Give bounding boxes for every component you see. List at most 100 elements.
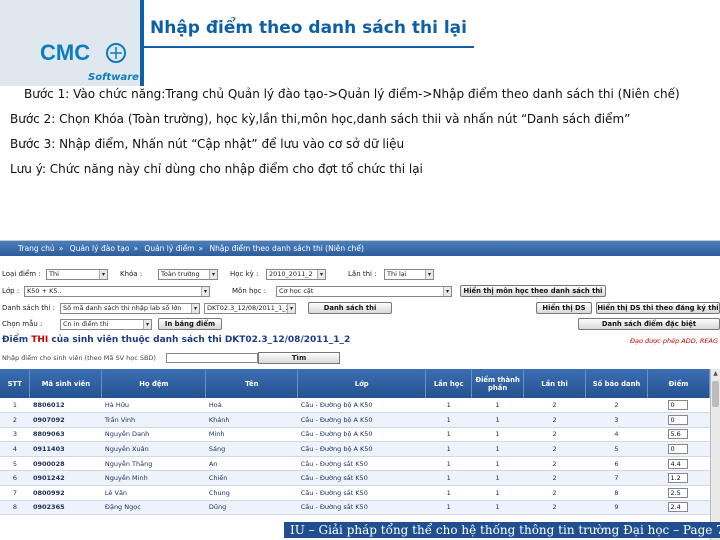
chevron-down-icon: ▾ — [443, 287, 451, 296]
table-cell: Nguyễn Minh — [101, 470, 206, 487]
score-input-cell[interactable]: 2.5 — [647, 485, 710, 501]
danh-sach-thi-code-select[interactable]: DKT02.3_12/08/2011_1_2 ▾ — [204, 303, 296, 314]
table-row[interactable]: 3 8809063 Nguyễn Danh Minh Cầu - Đường bộ A … — [0, 427, 710, 443]
breadcrumb-quan-ly-diem[interactable]: Quản lý điểm — [144, 244, 194, 253]
khoa-value: Toàn trường — [161, 270, 200, 278]
table-cell: Đặng Ngọc — [101, 500, 206, 516]
hoc-ky-value: 2010_2011_2 — [269, 270, 313, 278]
table-row[interactable]: 6 0901242 Nguyễn Minh Chiến Cầu - Đường sắt … — [0, 470, 710, 487]
loai-diem-label: Loại điểm : — [2, 270, 41, 278]
column-header[interactable]: Số báo danh — [585, 369, 648, 398]
danh-sach-thi-button[interactable]: Danh sách thi — [308, 302, 392, 314]
table-cell: 8 — [0, 500, 30, 516]
table-cell: An — [205, 456, 298, 472]
in-bang-diem-button[interactable]: In bảng điểm — [158, 318, 222, 330]
khoa-label: Khóa : — [120, 270, 143, 278]
column-header[interactable]: STT — [0, 369, 31, 398]
score-input[interactable]: 2.5 — [668, 487, 689, 498]
score-input-cell[interactable]: 4.4 — [647, 456, 710, 472]
column-header[interactable]: Lần học — [425, 369, 473, 398]
table-cell: Cầu - Đường bộ A K50 — [297, 441, 426, 457]
column-header[interactable]: Lớp — [297, 369, 427, 398]
chevron-down-icon: ▾ — [201, 287, 209, 296]
score-input[interactable]: 2.4 — [668, 502, 689, 513]
table-row[interactable]: 4 0911403 Nguyễn Xuân Sáng Cầu - Đường bộ A … — [0, 441, 710, 457]
table-cell: Chung — [205, 485, 298, 501]
table-scrollbar[interactable]: ▲ — [710, 369, 720, 540]
logo-subtitle: Software — [88, 72, 139, 83]
table-row[interactable]: 7 0800992 Lê Văn Chung Cầu - Đường sắt K50 1 1… — [0, 485, 710, 501]
loai-diem-select[interactable]: Thi ▾ — [46, 269, 108, 280]
score-input[interactable]: 0 — [668, 414, 689, 425]
score-input-cell[interactable]: 0 — [647, 441, 710, 457]
breadcrumb-home[interactable]: Trang chủ — [18, 244, 55, 253]
table-cell: 1 — [0, 398, 30, 414]
score-input-cell[interactable]: 5.6 — [647, 427, 710, 443]
column-header[interactable]: Điểm thành phần — [471, 369, 525, 398]
table-cell: 1 — [425, 470, 472, 487]
table-cell: Chiến — [205, 470, 298, 487]
table-cell: 1 — [471, 427, 524, 443]
table-row[interactable]: 2 0907092 Trần Vinh Khánh Cầu - Đường bộ A K… — [0, 412, 710, 428]
table-cell: 1 — [425, 485, 472, 501]
danh-sach-thi-select[interactable]: Số mã danh sách thi nhập lab số lớn ▾ — [60, 303, 200, 314]
table-row[interactable]: 5 0900028 Nguyễn Thắng An Cầu - Đường sắt K5… — [0, 456, 710, 472]
chevron-down-icon: ▾ — [317, 270, 325, 279]
student-search-input[interactable] — [166, 353, 258, 363]
step-2-text: Bước 2: Chọn Khóa (Toàn trường), học kỳ,… — [10, 112, 631, 126]
score-input-cell[interactable]: 0 — [647, 412, 710, 428]
logo-panel: CMC Software — [0, 0, 140, 86]
section-title-rest: của sinh viên thuộc danh sách thi DKT02.… — [51, 335, 351, 345]
khoa-select[interactable]: Toàn trường ▾ — [158, 269, 218, 280]
scroll-up-icon[interactable]: ▲ — [712, 370, 719, 378]
mon-hoc-select[interactable]: Cơ học cặt ▾ — [276, 286, 452, 297]
lan-thi-select[interactable]: Thi lại ▾ — [384, 269, 434, 280]
table-cell: 2 — [585, 398, 648, 414]
score-input[interactable]: 5.6 — [668, 429, 689, 440]
column-header[interactable]: Lần thi — [523, 369, 587, 398]
table-cell: Cầu - Đường sắt K50 — [297, 470, 426, 487]
table-cell: 9 — [585, 500, 648, 516]
column-header[interactable]: Tên — [205, 369, 299, 398]
slide-footer: IU – Giải pháp tổng thể cho hệ thống thô… — [284, 522, 720, 538]
table-cell: 6 — [585, 456, 648, 472]
chevron-down-icon: ▾ — [143, 320, 151, 329]
score-input[interactable]: 4.4 — [668, 458, 689, 469]
table-cell: 4 — [0, 441, 30, 457]
hien-thi-ds-dang-ky-button[interactable]: Hiển thị DS thi theo đăng ký thi — [596, 302, 720, 314]
score-input-cell[interactable]: 2.4 — [647, 500, 710, 516]
column-header[interactable]: Điểm — [647, 369, 711, 398]
column-header[interactable]: Mã sinh viên — [29, 369, 103, 398]
table-row[interactable]: 1 8806012 Hà Hữu Hoà Cầu - Đường bộ A K50 1 1 2… — [0, 398, 710, 414]
column-header[interactable]: Họ đệm — [101, 369, 207, 398]
danh-sach-diem-dac-biet-button[interactable]: Danh sách điểm đặc biệt — [578, 318, 720, 330]
breadcrumb-quan-ly-dao-tao[interactable]: Quản lý đào tạo — [70, 244, 130, 253]
table-cell: 0901242 — [29, 470, 102, 487]
score-input[interactable]: 0 — [668, 444, 689, 455]
table-cell: 1 — [425, 412, 472, 428]
score-input[interactable]: 1.2 — [668, 473, 689, 484]
table-row[interactable]: 8 0902365 Đặng Ngọc Dũng Cầu - Đường sắt K50… — [0, 500, 710, 516]
hoc-ky-select[interactable]: 2010_2011_2 ▾ — [266, 269, 326, 280]
scrollbar-thumb[interactable] — [712, 381, 719, 407]
chevron-down-icon: ▾ — [99, 270, 107, 279]
table-cell: 1 — [425, 456, 472, 472]
chon-mau-select[interactable]: Cn in điểm thi ▾ — [60, 319, 152, 330]
score-input-cell[interactable]: 1.2 — [647, 470, 710, 487]
section-title: Điểm THI của sinh viên thuộc danh sách t… — [2, 335, 350, 345]
table-cell: 8809063 — [29, 427, 102, 443]
table-cell: 2 — [523, 398, 586, 414]
score-input[interactable]: 0 — [668, 400, 689, 411]
lop-select[interactable]: K50 + K5.. ▾ — [24, 286, 210, 297]
table-cell: Cầu - Đường bộ A K50 — [297, 412, 426, 428]
table-cell: Cầu - Đường bộ A K50 — [297, 427, 426, 443]
table-cell: 7 — [0, 485, 30, 501]
score-input-cell[interactable]: 0 — [647, 398, 710, 414]
table-cell: 0902365 — [29, 500, 102, 516]
tim-button[interactable]: Tìm — [258, 352, 340, 364]
hien-thi-mon-hoc-button[interactable]: Hiển thị môn học theo danh sách thi — [460, 285, 606, 297]
hien-thi-ds-button[interactable]: Hiển thị DS — [536, 302, 592, 314]
chevron-down-icon: ▾ — [209, 270, 217, 279]
table-cell: Nguyễn Xuân — [101, 441, 206, 457]
table-cell: 2 — [523, 427, 586, 443]
